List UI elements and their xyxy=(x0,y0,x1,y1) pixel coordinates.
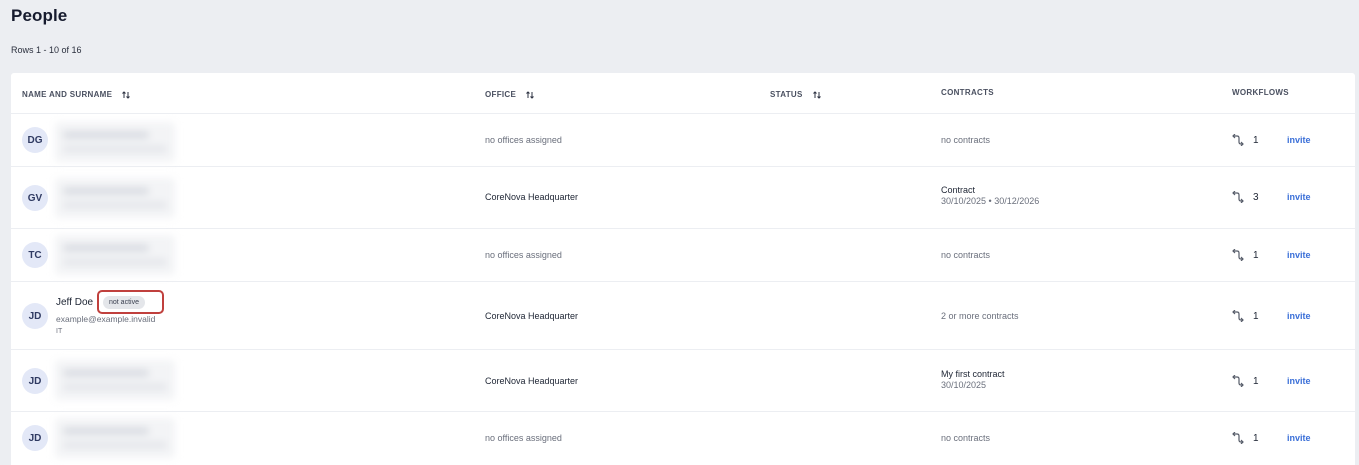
header-label: WORKFLOWS xyxy=(1232,88,1289,97)
workflow-icon xyxy=(1232,134,1244,146)
workflow-count: 1 xyxy=(1253,310,1259,322)
header-office[interactable]: OFFICE xyxy=(485,88,535,100)
contract-title: My first contract xyxy=(941,369,1005,379)
contract-title: Contract xyxy=(941,185,976,195)
contracts-cell: My first contract 30/10/2025 xyxy=(941,369,1005,390)
workflow-count: 3 xyxy=(1253,191,1259,203)
person-department: IT xyxy=(56,328,63,335)
header-label: CONTRACTS xyxy=(941,88,994,97)
header-label: STATUS xyxy=(770,89,803,99)
table-row[interactable]: JD Jeff Doe not active example@example.i… xyxy=(11,282,1355,350)
table-row[interactable]: JD CoreNova Headquarter My first contrac… xyxy=(11,350,1355,412)
avatar: TC xyxy=(22,242,48,268)
workflows-cell[interactable]: 1 xyxy=(1231,310,1259,322)
office-cell: no offices assigned xyxy=(485,433,562,443)
table-row[interactable]: TC no offices assigned no contracts 1 in… xyxy=(11,229,1355,282)
contracts-cell: no contracts xyxy=(941,250,991,260)
table-row[interactable]: JD no offices assigned no contracts 1 in… xyxy=(11,412,1355,465)
workflow-icon xyxy=(1232,191,1244,203)
office-cell: CoreNova Headquarter xyxy=(485,311,579,321)
people-table: NAME AND SURNAME OFFICE STATUS CONTRACTS xyxy=(11,73,1355,465)
avatar: JD xyxy=(22,303,48,329)
workflow-icon xyxy=(1232,432,1244,444)
invite-link[interactable]: invite xyxy=(1287,250,1311,260)
header-workflows: WORKFLOWS xyxy=(1232,88,1289,97)
contract-dates: 30/10/2025 • 30/12/2026 xyxy=(941,196,1040,206)
office-cell: no offices assigned xyxy=(485,250,562,260)
workflows-cell[interactable]: 1 xyxy=(1231,375,1259,387)
table-header: NAME AND SURNAME OFFICE STATUS CONTRACTS xyxy=(11,73,1355,114)
table-row[interactable]: DG no offices assigned no contracts 1 in… xyxy=(11,114,1355,167)
avatar: GV xyxy=(22,185,48,211)
invite-link[interactable]: invite xyxy=(1287,192,1311,202)
table-row[interactable]: GV CoreNova Headquarter Contract 30/10/2… xyxy=(11,167,1355,229)
page-title: People xyxy=(11,6,68,25)
header-name-and-surname[interactable]: NAME AND SURNAME xyxy=(22,88,131,100)
contracts-cell: no contracts xyxy=(941,433,991,443)
avatar: JD xyxy=(22,368,48,394)
redacted-name xyxy=(55,235,175,275)
workflows-cell[interactable]: 3 xyxy=(1231,191,1259,203)
workflow-count: 1 xyxy=(1253,375,1259,387)
workflow-count: 1 xyxy=(1253,249,1259,261)
header-status[interactable]: STATUS xyxy=(770,88,822,100)
workflows-cell[interactable]: 1 xyxy=(1231,249,1259,261)
contracts-cell: no contracts xyxy=(941,135,991,145)
sort-icon[interactable] xyxy=(812,90,822,100)
redacted-name xyxy=(55,178,175,218)
rows-count: Rows 1 - 10 of 16 xyxy=(11,45,82,55)
redacted-name xyxy=(55,418,175,458)
workflows-cell[interactable]: 1 xyxy=(1231,134,1259,146)
invite-link[interactable]: invite xyxy=(1287,433,1311,443)
header-contracts: CONTRACTS xyxy=(941,88,994,97)
contracts-cell: Contract 30/10/2025 • 30/12/2026 xyxy=(941,185,1039,206)
avatar: JD xyxy=(22,425,48,451)
invite-link[interactable]: invite xyxy=(1287,376,1311,386)
person-name[interactable]: Jeff Doe xyxy=(56,297,93,308)
office-cell: CoreNova Headquarter xyxy=(485,192,579,202)
workflow-icon xyxy=(1232,375,1244,387)
header-label: NAME AND SURNAME xyxy=(22,89,113,99)
invite-link[interactable]: invite xyxy=(1287,135,1311,145)
office-cell: no offices assigned xyxy=(485,135,562,145)
person-email: example@example.invalid xyxy=(56,314,156,324)
sort-icon[interactable] xyxy=(525,90,535,100)
avatar: DG xyxy=(22,127,48,153)
workflow-icon xyxy=(1232,249,1244,261)
invite-link[interactable]: invite xyxy=(1287,311,1311,321)
redacted-name xyxy=(55,122,175,162)
contract-dates: 30/10/2025 xyxy=(941,380,987,390)
workflow-icon xyxy=(1232,310,1244,322)
header-label: OFFICE xyxy=(485,89,517,99)
redacted-name xyxy=(55,360,175,400)
contracts-cell: 2 or more contracts xyxy=(941,311,1019,321)
status-badge: not active xyxy=(103,296,145,309)
sort-icon[interactable] xyxy=(121,90,131,100)
office-cell: CoreNova Headquarter xyxy=(485,376,579,386)
workflow-count: 1 xyxy=(1253,432,1259,444)
workflows-cell[interactable]: 1 xyxy=(1231,432,1259,444)
workflow-count: 1 xyxy=(1253,134,1259,146)
